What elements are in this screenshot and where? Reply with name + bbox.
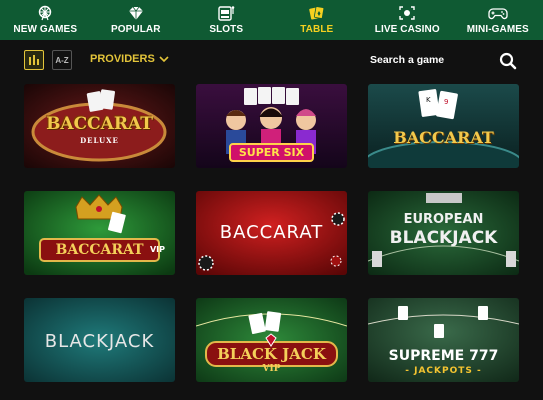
nav-label: TABLE xyxy=(300,24,334,35)
nav-new-games[interactable]: NEW GAMES xyxy=(0,0,91,40)
nav-label: LIVE CASINO xyxy=(374,24,440,35)
game-thumbnail xyxy=(24,191,175,275)
live-camera-icon xyxy=(399,6,415,20)
top-navigation: NEW GAMES POPULAR SLOTS TABLE LIVE CASIN… xyxy=(0,0,543,40)
filter-toolbar: A-Z PROVIDERS xyxy=(0,40,543,80)
svg-text:9: 9 xyxy=(444,98,448,106)
game-title: BACCARAT xyxy=(46,114,153,134)
game-subtitle: BLACKJACK xyxy=(389,228,498,248)
bar-chart-icon xyxy=(29,55,39,65)
cards-icon xyxy=(308,6,324,20)
slot-machine-icon xyxy=(218,6,235,21)
gamepad-icon xyxy=(488,8,508,20)
game-subtitle: VIP xyxy=(149,245,166,254)
search-icon[interactable] xyxy=(499,52,517,70)
nav-label: SLOTS xyxy=(209,24,244,35)
providers-dropdown[interactable]: PROVIDERS xyxy=(90,53,169,65)
diamond-icon xyxy=(128,6,143,20)
nav-label: MINI-GAMES xyxy=(466,24,529,35)
game-title: SUPREME 777 xyxy=(388,348,499,364)
game-tile-super-six[interactable]: SUPER SIX xyxy=(196,84,347,168)
nav-popular[interactable]: POPULAR xyxy=(91,0,182,40)
nav-live-casino[interactable]: LIVE CASINO xyxy=(362,0,453,40)
game-tile-baccarat-vip[interactable]: BACCARAT VIP xyxy=(24,191,175,275)
game-tile-baccarat-deluxe[interactable]: BACCARAT DELUXE xyxy=(24,84,175,168)
nav-slots[interactable]: SLOTS xyxy=(181,0,272,40)
game-tile-european-blackjack[interactable]: EUROPEAN BLACKJACK xyxy=(368,191,519,275)
game-tile-blackjack-vip[interactable]: BLACK JACK VIP xyxy=(196,298,347,382)
game-title: BLACK JACK xyxy=(217,345,326,363)
chevron-down-icon xyxy=(159,56,169,63)
game-title: EUROPEAN xyxy=(403,212,484,227)
sort-by-popularity-button[interactable] xyxy=(24,50,44,70)
nav-label: NEW GAMES xyxy=(13,24,78,35)
game-thumbnail: K 9 xyxy=(368,84,519,168)
search-input[interactable] xyxy=(370,51,490,69)
game-subtitle: DELUXE xyxy=(80,136,119,145)
svg-text:K: K xyxy=(426,96,431,104)
casino-table-games-page: NEW GAMES POPULAR SLOTS TABLE LIVE CASIN… xyxy=(0,0,543,400)
game-tile-baccarat-red[interactable]: BACCARAT xyxy=(196,191,347,275)
game-subtitle: VIP xyxy=(262,364,281,374)
ferris-wheel-icon xyxy=(39,5,52,21)
game-title: SUPER SIX xyxy=(238,146,305,159)
game-tile-supreme-777-jackpots[interactable]: SUPREME 777 - JACKPOTS - xyxy=(368,298,519,382)
nav-label: POPULAR xyxy=(110,24,161,35)
providers-label: PROVIDERS xyxy=(90,53,155,65)
game-title: BLACKJACK xyxy=(44,331,155,352)
game-title: BACCARAT xyxy=(219,222,324,243)
nav-mini-games[interactable]: MINI-GAMES xyxy=(453,0,543,40)
game-tile-baccarat-classic[interactable]: K 9 BACCARAT xyxy=(368,84,519,168)
sort-alphabetical-button[interactable]: A-Z xyxy=(52,50,72,70)
game-subtitle: - JACKPOTS - xyxy=(405,366,482,376)
game-title: BACCARAT xyxy=(393,128,494,147)
nav-table[interactable]: TABLE xyxy=(272,0,363,40)
game-tile-blackjack[interactable]: BLACKJACK xyxy=(24,298,175,382)
